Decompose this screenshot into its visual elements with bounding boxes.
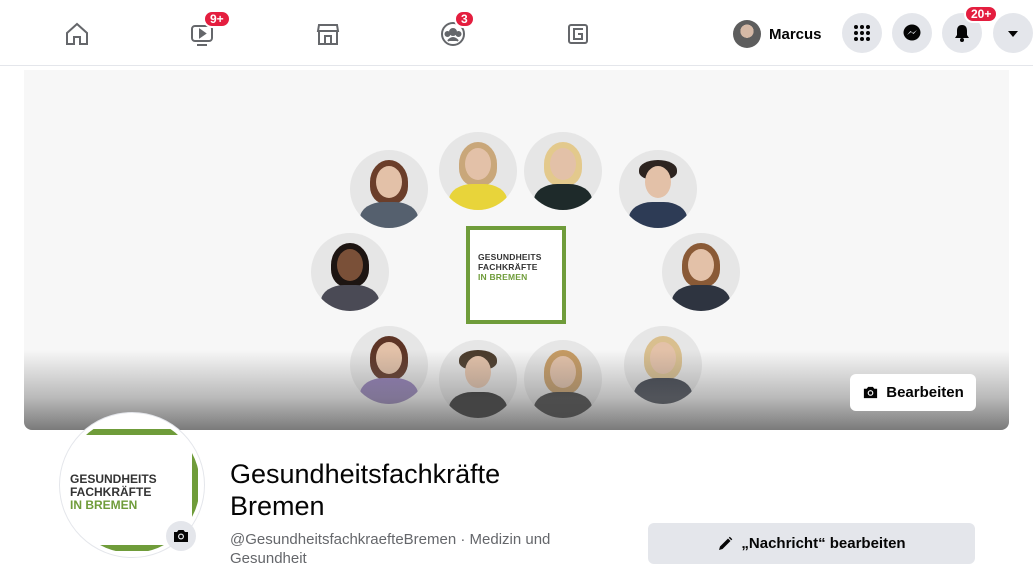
messenger-button[interactable]: [892, 13, 932, 53]
camera-icon: [864, 386, 878, 399]
profile-name: Marcus: [769, 25, 822, 43]
edit-message-label: „Nachricht“ bearbeiten: [741, 535, 906, 552]
update-profile-picture-button[interactable]: [166, 521, 196, 551]
team-portrait: [619, 150, 697, 228]
logo-text: FACHKRÄFTE: [478, 262, 538, 272]
edit-message-button[interactable]: „Nachricht“ bearbeiten: [648, 523, 975, 564]
menu-button[interactable]: [842, 13, 882, 53]
profile-shortcut[interactable]: Marcus: [730, 17, 828, 51]
bell-icon: [955, 25, 969, 42]
logo-text: GESUNDHEITS: [478, 252, 542, 262]
gaming-icon[interactable]: [561, 17, 595, 51]
cover-logo: GESUNDHEITS FACHKRÄFTE IN BREMEN: [466, 226, 566, 324]
grid-menu-icon: [854, 25, 870, 41]
top-navigation-bar: 9+ 3 Marcus 20+: [0, 0, 1033, 66]
avatar: [733, 20, 761, 48]
watch-icon[interactable]: 9+: [185, 10, 231, 51]
groups-badge: 3: [454, 10, 475, 28]
notifications-button[interactable]: 20+: [942, 5, 999, 53]
page-handle-category: @GesundheitsfachkraefteBremen · Medizin …: [230, 531, 551, 567]
groups-icon[interactable]: 3: [436, 10, 475, 51]
team-portrait: [439, 132, 517, 210]
edit-cover-label: Bearbeiten: [886, 384, 964, 401]
team-portrait: [524, 132, 602, 210]
cover-photo: GESUNDHEITS FACHKRÄFTE IN BREMEN Bearbei…: [24, 70, 1009, 430]
watch-badge: 9+: [203, 10, 231, 28]
page-title: Gesundheitsfachkräfte Bremen: [230, 459, 501, 521]
camera-icon: [174, 530, 188, 542]
logo-text: IN BREMEN: [478, 272, 528, 282]
account-menu-button[interactable]: [993, 13, 1033, 53]
team-portrait: [311, 233, 389, 311]
notifications-badge: 20+: [964, 5, 999, 23]
messenger-icon: [903, 24, 921, 41]
home-icon[interactable]: [60, 17, 94, 51]
edit-cover-button[interactable]: Bearbeiten: [850, 374, 976, 411]
marketplace-icon[interactable]: [311, 17, 345, 51]
logo-text: IN BREMEN: [70, 498, 138, 512]
team-portrait: [662, 233, 740, 311]
caret-down-icon: [1008, 31, 1018, 37]
team-portrait: [350, 150, 428, 228]
pencil-icon: [719, 536, 733, 550]
